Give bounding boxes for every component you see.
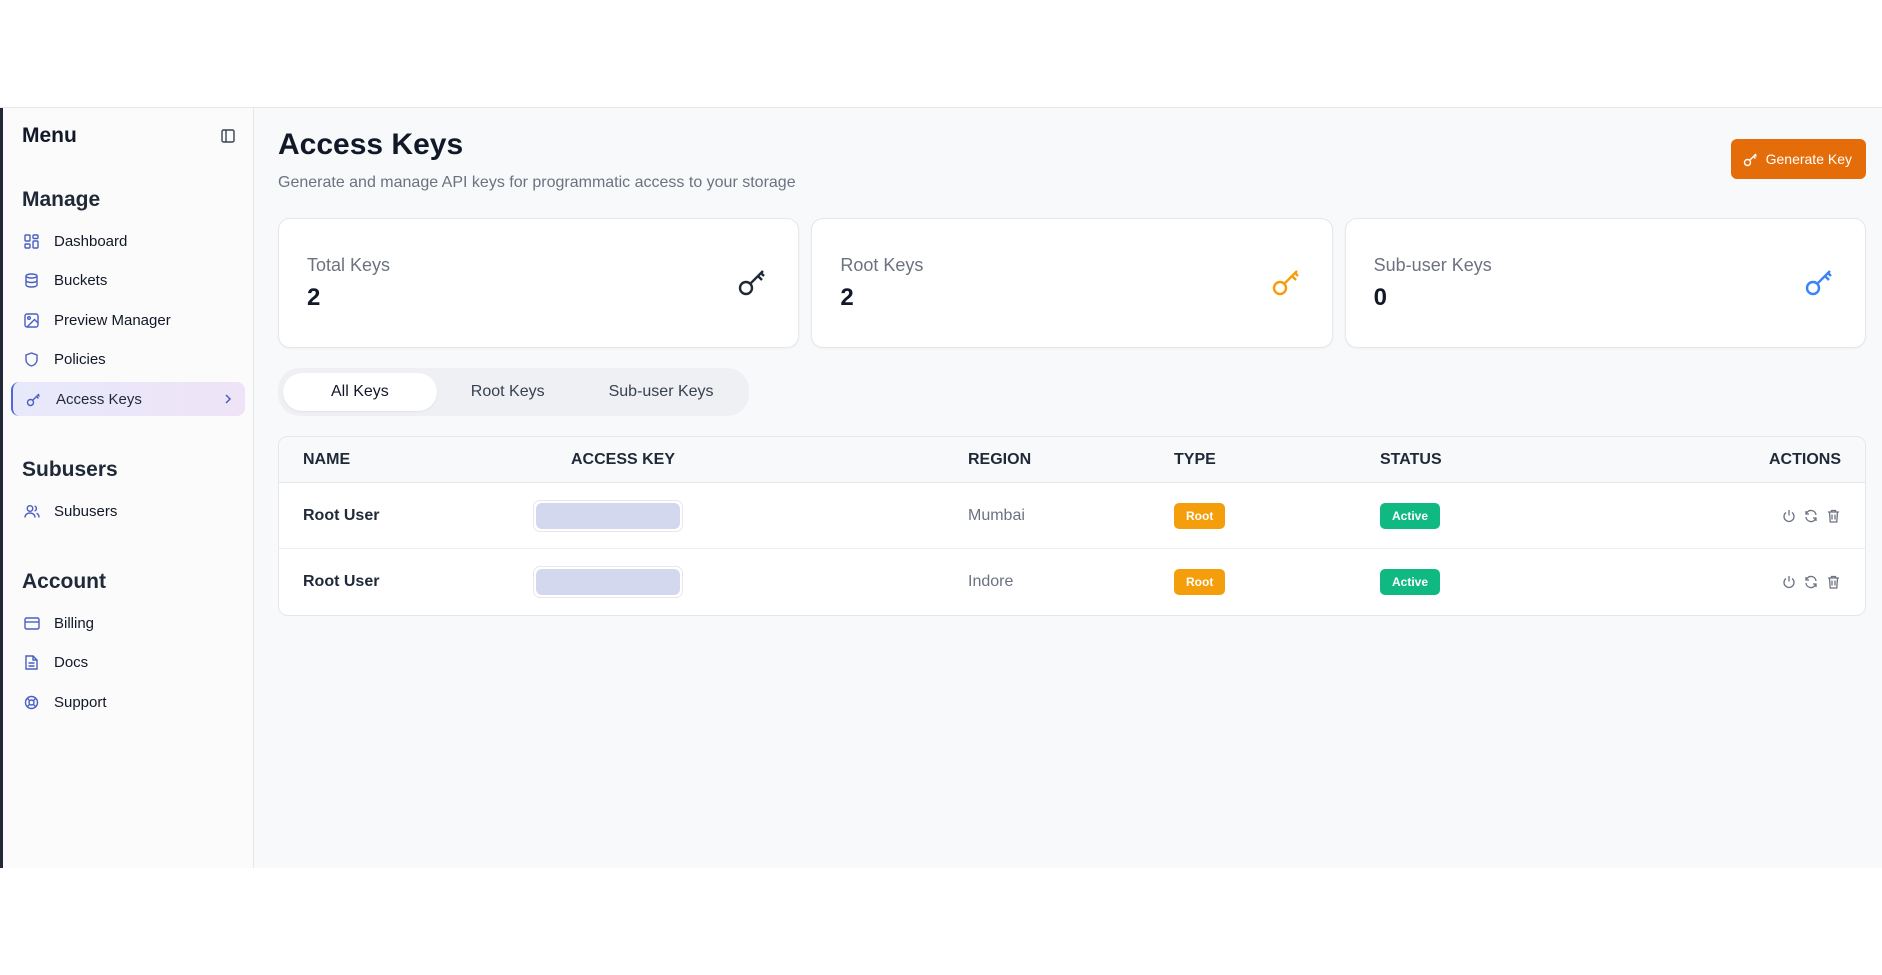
sidebar-item-label: Buckets xyxy=(53,272,108,289)
stat-label: Total Keys xyxy=(307,255,391,275)
status-cell: Active xyxy=(1380,569,1590,595)
status-cell: Active xyxy=(1380,502,1590,529)
sidebar-item-label: Policies xyxy=(53,351,106,368)
sidebar-item-access-keys[interactable]: Access Keys xyxy=(10,382,245,416)
sidebar-item-support[interactable]: Support xyxy=(11,685,245,719)
key-icon xyxy=(1803,267,1835,299)
key-icon xyxy=(1743,152,1758,167)
generate-key-button[interactable]: Generate Key xyxy=(1730,139,1866,179)
nav-manage: Dashboard Buckets Preview Manager Polici… xyxy=(10,224,245,416)
table-header: NAME ACCESS KEY REGION TYPE STATUS ACTIO… xyxy=(279,437,1865,483)
stat-card-sub-user-keys: Sub-user Keys 0 xyxy=(1344,218,1866,348)
sidebar-item-label: Billing xyxy=(53,614,95,632)
table-row: Root User Mumbai Root Active xyxy=(279,483,1865,549)
document-icon xyxy=(23,654,41,672)
type-badge: Root xyxy=(1174,502,1226,529)
stat-value: 0 xyxy=(1373,284,1388,311)
main-content: Access Keys Generate and manage API keys… xyxy=(254,108,1882,868)
dashboard-icon xyxy=(23,232,41,250)
stat-value: 2 xyxy=(307,284,321,311)
rotate-icon[interactable] xyxy=(1803,574,1819,590)
page-title: Access Keys xyxy=(278,128,464,161)
trash-icon[interactable] xyxy=(1825,508,1841,524)
header-type: TYPE xyxy=(1174,450,1216,468)
page-subtitle: Generate and manage API keys for program… xyxy=(278,174,796,191)
database-icon xyxy=(23,272,41,290)
section-title-manage: Manage xyxy=(21,188,101,211)
rotate-icon[interactable] xyxy=(1803,508,1819,524)
stat-label: Sub-user Keys xyxy=(1373,255,1492,275)
sidebar-item-label: Access Keys xyxy=(55,390,142,408)
access-key-cell xyxy=(533,499,968,532)
row-region: Mumbai xyxy=(968,506,1025,524)
sidebar-item-label: Support xyxy=(53,693,107,711)
sidebar-item-policies[interactable]: Policies xyxy=(11,343,245,377)
type-badge: Root xyxy=(1174,569,1226,595)
sidebar-item-billing[interactable]: Billing xyxy=(11,606,245,640)
sidebar-item-label: Docs xyxy=(53,654,89,671)
credit-card-icon xyxy=(23,614,41,632)
sidebar-item-docs[interactable]: Docs xyxy=(11,646,245,680)
sidebar-header: Menu xyxy=(11,124,245,148)
actions-cell xyxy=(1590,508,1865,524)
sidebar-item-label: Subusers xyxy=(53,502,118,520)
stat-card-total-keys: Total Keys 2 xyxy=(278,218,800,348)
shield-icon xyxy=(23,351,41,369)
sidebar-item-subusers[interactable]: Subusers xyxy=(11,494,245,528)
status-badge: Active xyxy=(1380,502,1441,529)
nav-subusers: Subusers xyxy=(11,494,245,528)
stat-card-root-keys: Root Keys 2 xyxy=(811,218,1333,348)
lifebuoy-icon xyxy=(23,693,41,711)
access-keys-table: NAME ACCESS KEY REGION TYPE STATUS ACTIO… xyxy=(278,436,1866,616)
header-region: REGION xyxy=(968,450,1032,468)
type-cell: Root xyxy=(1174,502,1380,529)
key-icon xyxy=(736,267,768,299)
masked-access-key[interactable] xyxy=(533,499,683,532)
trash-icon[interactable] xyxy=(1825,574,1841,590)
stats-cards: Total Keys 2 Root Keys 2 Sub-user Keys 0 xyxy=(278,218,1866,348)
users-icon xyxy=(23,502,41,520)
sidebar-item-label: Dashboard xyxy=(53,232,128,250)
key-icon xyxy=(25,390,43,408)
sidebar-item-label: Preview Manager xyxy=(53,311,171,329)
tab-root-keys[interactable]: Root Keys xyxy=(441,373,575,411)
chevron-right-icon xyxy=(223,393,233,405)
sidebar-toggle-icon[interactable] xyxy=(219,127,237,145)
power-icon[interactable] xyxy=(1781,508,1797,524)
sidebar-item-dashboard[interactable]: Dashboard xyxy=(11,224,245,258)
table-row: Root User Indore Root Active xyxy=(279,549,1865,615)
header-actions: ACTIONS xyxy=(1769,450,1841,468)
sidebar-title: Menu xyxy=(21,124,77,147)
tab-all-keys[interactable]: All Keys xyxy=(283,373,437,411)
row-name: Root User xyxy=(303,573,380,590)
sidebar-item-preview-manager[interactable]: Preview Manager xyxy=(11,303,245,337)
tab-sub-user-keys[interactable]: Sub-user Keys xyxy=(579,373,744,411)
app-frame: Menu Manage Dashboard Buckets Preview Ma… xyxy=(0,107,1882,868)
section-title-account: Account xyxy=(21,570,106,593)
masked-access-key[interactable] xyxy=(533,566,683,598)
header-name: NAME xyxy=(303,450,351,468)
stat-value: 2 xyxy=(840,284,854,311)
key-filter-tabs: All Keys Root Keys Sub-user Keys xyxy=(278,368,749,416)
nav-account: Billing Docs Support xyxy=(11,606,245,719)
status-badge: Active xyxy=(1380,569,1441,595)
row-region: Indore xyxy=(968,573,1014,590)
type-cell: Root xyxy=(1174,569,1380,595)
stat-label: Root Keys xyxy=(840,255,924,275)
sidebar-item-buckets[interactable]: Buckets xyxy=(11,264,245,298)
header-access-key: ACCESS KEY xyxy=(571,450,676,468)
section-title-subusers: Subusers xyxy=(21,458,118,481)
actions-cell xyxy=(1590,574,1865,590)
sidebar: Menu Manage Dashboard Buckets Preview Ma… xyxy=(2,108,254,868)
power-icon[interactable] xyxy=(1781,574,1797,590)
generate-key-label: Generate Key xyxy=(1765,151,1852,167)
key-icon xyxy=(1270,267,1302,299)
access-key-cell xyxy=(533,566,968,598)
image-icon xyxy=(23,311,41,329)
row-name: Root User xyxy=(303,506,380,524)
header-status: STATUS xyxy=(1380,450,1442,468)
